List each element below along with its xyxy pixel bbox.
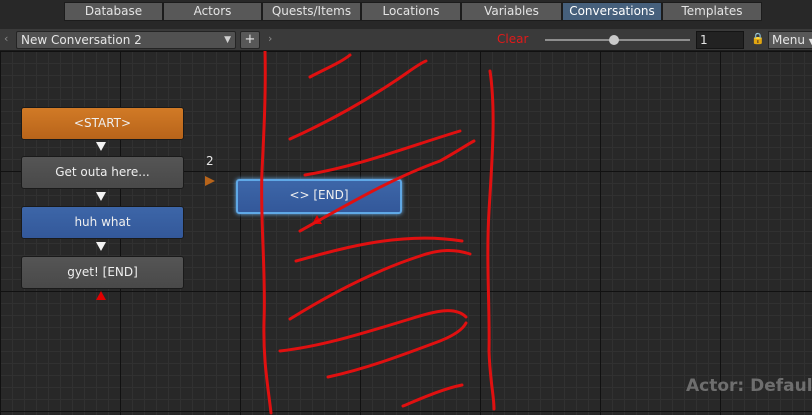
tab-conversations[interactable]: Conversations bbox=[562, 2, 662, 21]
tab-database[interactable]: Database bbox=[64, 2, 163, 21]
scribble-line bbox=[260, 51, 273, 415]
menu-label: Menu bbox=[772, 33, 805, 47]
scribble-line bbox=[288, 59, 428, 141]
node-graph-canvas[interactable]: <START> Get outa here... huh what gyet! … bbox=[0, 51, 812, 415]
editor-tab-bar: Database Actors Quests/Items Locations V… bbox=[0, 0, 812, 24]
conversation-toolbar: ‹ New Conversation 2 ▼ + › Clear 1 🔒 Men… bbox=[0, 29, 812, 51]
conversation-dropdown-value: New Conversation 2 bbox=[21, 33, 142, 47]
tab-quests-items[interactable]: Quests/Items bbox=[262, 2, 361, 21]
tab-locations[interactable]: Locations bbox=[361, 2, 461, 21]
conversation-dropdown[interactable]: New Conversation 2 ▼ bbox=[16, 31, 236, 49]
menu-dropdown[interactable]: Menu ▼ bbox=[768, 31, 812, 49]
chevron-down-icon: ▼ bbox=[224, 35, 231, 45]
scribble-line bbox=[486, 69, 496, 411]
tab-templates[interactable]: Templates bbox=[662, 2, 762, 21]
red-annotation-scribble bbox=[260, 51, 496, 415]
clear-annotation-text: Clear bbox=[497, 32, 529, 46]
zoom-input[interactable]: 1 bbox=[696, 31, 744, 49]
tab-variables[interactable]: Variables bbox=[461, 2, 562, 21]
scribble-line bbox=[303, 129, 462, 177]
scribble-line bbox=[294, 236, 464, 263]
lock-icon[interactable]: 🔒 bbox=[751, 32, 765, 46]
tab-actors[interactable]: Actors bbox=[163, 2, 262, 21]
scribble-line bbox=[401, 383, 464, 408]
scribble-line bbox=[308, 53, 352, 79]
scribble-line bbox=[278, 309, 468, 353]
zoom-slider-handle[interactable] bbox=[609, 35, 619, 45]
scribble-line bbox=[288, 249, 472, 321]
add-conversation-button[interactable]: + bbox=[240, 31, 260, 49]
chevron-left-icon[interactable]: ‹ bbox=[4, 31, 8, 47]
chevron-right-icon[interactable]: › bbox=[268, 31, 272, 47]
scribble-line bbox=[326, 321, 468, 379]
